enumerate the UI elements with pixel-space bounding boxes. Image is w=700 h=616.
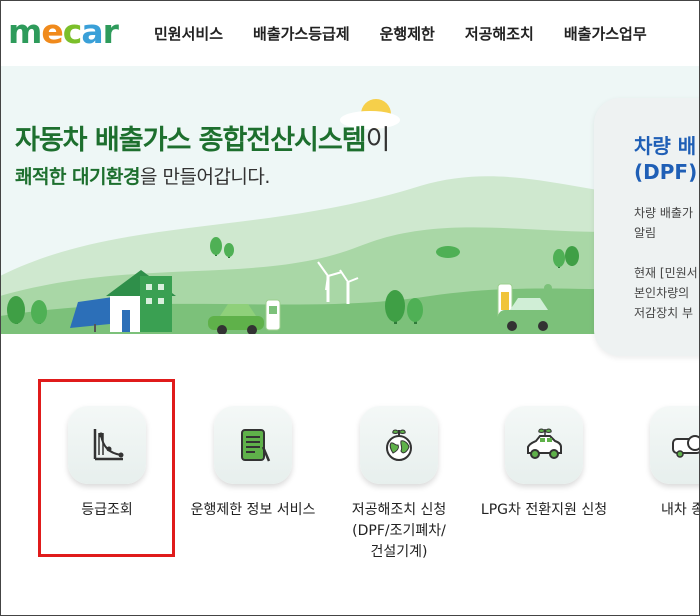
service-label: 저공해조치 신청 (DPF/조기폐차/ 건설기계) — [351, 502, 447, 560]
hero-subtitle-bold: 쾌적한 대기환경 — [15, 166, 140, 188]
service-low-emission-application[interactable]: 저공해조치 신청 (DPF/조기폐차/ 건설기계) — [324, 406, 474, 563]
service-grade-lookup[interactable]: 등급조회 — [32, 406, 182, 521]
tablet-pen-icon — [214, 406, 292, 484]
notice-card-title-line1: 차량 배 — [634, 134, 697, 158]
logo-letter: e — [41, 12, 63, 51]
notice-card-text: 본인차량의 — [634, 286, 690, 300]
notice-card-text: 차량 배출가 — [634, 206, 694, 220]
logo-letter: r — [102, 12, 119, 51]
hero-subtitle: 쾌적한 대기환경을 만들어갑니다. — [15, 162, 270, 189]
hero-subtitle-rest: 을 만들어갑니다. — [139, 166, 270, 188]
service-lpg-conversion-support[interactable]: LPG차 전환지원 신청 — [469, 406, 619, 521]
notice-card-text: 현재 [민원서 — [634, 266, 698, 280]
nav-item-emission-work[interactable]: 배출가스업무 — [564, 23, 647, 44]
grade-chart-icon — [68, 406, 146, 484]
nav-item-civil-service[interactable]: 민원서비스 — [154, 23, 223, 44]
hero-title-main: 자동차 배출가스 종합전산시스템 — [15, 125, 367, 156]
notice-card-text: 알림 — [634, 226, 657, 240]
service-driving-restriction-info[interactable]: 운행제한 정보 서비스 — [178, 406, 328, 521]
car-search-icon — [650, 406, 700, 484]
nav-item-driving-restriction[interactable]: 운행제한 — [380, 23, 435, 44]
service-label: 내차 종합 — [661, 502, 700, 518]
eco-car-icon — [505, 406, 583, 484]
main-nav: 민원서비스 배출가스등급제 운행제한 저공해조치 배출가스업무 — [154, 0, 677, 66]
notice-card[interactable]: 차량 배 (DPF) · 차량 배출가 알림 현재 [민원서 본인차량의 저감장… — [594, 98, 700, 356]
service-label: 운행제한 정보 서비스 — [190, 502, 316, 518]
service-label: 등급조회 — [81, 502, 133, 518]
service-my-car-overview[interactable]: 내차 종합 — [614, 406, 700, 521]
logo-letter: c — [62, 12, 83, 51]
hero-title-tail: 이 — [365, 125, 391, 156]
nav-item-low-emission-measures[interactable]: 저공해조치 — [465, 23, 534, 44]
notice-card-text: 저감장치 부 — [634, 306, 694, 320]
hero-title: 자동차 배출가스 종합전산시스템이 — [15, 118, 391, 157]
nav-item-emission-grade[interactable]: 배출가스등급제 — [253, 23, 350, 44]
service-label: LPG차 전환지원 신청 — [480, 502, 608, 518]
notice-card-title-line2: (DPF) · — [634, 160, 700, 184]
logo-letter: m — [8, 12, 42, 51]
earth-sprout-icon — [360, 406, 438, 484]
mecar-logo[interactable]: mecar — [8, 12, 128, 52]
logo-letter: a — [81, 12, 103, 51]
site-header: mecar 민원서비스 배출가스등급제 운행제한 저공해조치 배출가스업무 — [0, 0, 700, 66]
